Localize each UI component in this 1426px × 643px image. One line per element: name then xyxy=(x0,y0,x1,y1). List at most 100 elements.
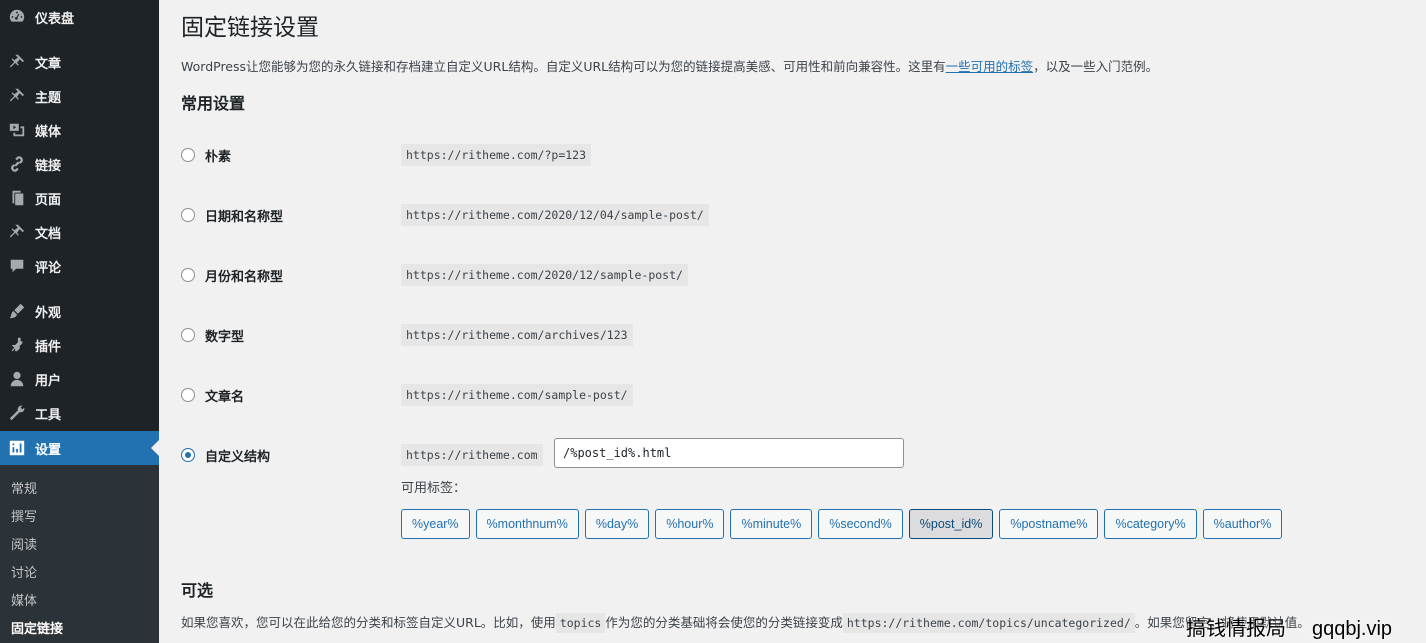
plugin-icon xyxy=(8,336,26,354)
comment-icon xyxy=(8,257,26,275)
radio-numeric[interactable] xyxy=(181,328,195,342)
optional-text-part: 如果您喜欢，您可以在此给您的分类和标签自定义URL。比如，使用 xyxy=(181,615,556,630)
tag-button-minute[interactable]: %minute% xyxy=(730,509,813,539)
watermark-text: 搞钱情报局 xyxy=(1186,618,1286,640)
intro-text-part: WordPress让您能够为您的永久链接和存档建立自定义URL结构。自定义URL… xyxy=(181,59,946,74)
example-url: https://ritheme.com/2020/12/sample-post/ xyxy=(401,264,688,286)
submenu-item-reading[interactable]: 阅读 xyxy=(11,534,37,553)
available-tags-link[interactable]: 一些可用的标签 xyxy=(946,59,1034,74)
sidebar-item-label: 设置 xyxy=(35,442,62,458)
pin-icon xyxy=(8,53,26,71)
intro-text: WordPress让您能够为您的永久链接和存档建立自定义URL结构。自定义URL… xyxy=(181,56,1158,75)
submenu-item-permalinks[interactable]: 固定链接 xyxy=(11,618,63,637)
custom-structure-input[interactable] xyxy=(554,438,904,468)
tag-button-author[interactable]: %author% xyxy=(1202,509,1283,539)
submenu-item-media[interactable]: 媒体 xyxy=(11,590,37,609)
sidebar-item-label: 媒体 xyxy=(35,124,62,140)
sidebar-item-docs[interactable]: 文档 xyxy=(0,215,159,249)
sidebar-item-themes[interactable]: 主题 xyxy=(0,79,159,113)
submenu-item-discussion[interactable]: 讨论 xyxy=(11,562,37,581)
inline-code: topics xyxy=(555,613,606,633)
option-month-name: 月份和名称型 https://ritheme.com/2020/12/sampl… xyxy=(181,264,1381,288)
sidebar-item-label: 仪表盘 xyxy=(35,11,75,27)
radio-post-name[interactable] xyxy=(181,388,195,402)
radio-plain[interactable] xyxy=(181,148,195,162)
tag-button-category[interactable]: %category% xyxy=(1104,509,1197,539)
sidebar-item-links[interactable]: 链接 xyxy=(0,147,159,181)
common-settings-heading: 常用设置 xyxy=(181,94,246,113)
submenu-item-general[interactable]: 常规 xyxy=(11,478,37,497)
wrench-icon xyxy=(8,404,26,422)
main-content: 固定链接设置 WordPress让您能够为您的永久链接和存档建立自定义URL结构… xyxy=(181,0,1426,643)
media-icon xyxy=(8,121,26,139)
submenu-item-writing[interactable]: 撰写 xyxy=(11,506,37,525)
sidebar-item-label: 外观 xyxy=(35,305,62,321)
option-label[interactable]: 数字型 xyxy=(205,326,244,345)
tag-button-post-id[interactable]: %post_id% xyxy=(908,509,994,539)
watermark-domain: gqqbj.vip xyxy=(1312,618,1393,640)
sidebar-item-label: 链接 xyxy=(35,158,62,174)
brush-icon xyxy=(8,302,26,320)
example-url: https://ritheme.com/2020/12/04/sample-po… xyxy=(401,204,709,226)
option-label[interactable]: 文章名 xyxy=(205,386,244,405)
radio-custom-structure[interactable] xyxy=(181,448,195,462)
custom-structure-base-url: https://ritheme.com xyxy=(401,444,543,466)
sidebar-item-label: 页面 xyxy=(35,192,62,208)
example-url: https://ritheme.com/?p=123 xyxy=(401,144,592,166)
tag-button-postname[interactable]: %postname% xyxy=(999,509,1099,539)
sidebar-item-label: 用户 xyxy=(35,373,62,389)
watermark: 搞钱情报局 gqqbj.vip xyxy=(1186,612,1392,641)
example-url: https://ritheme.com/archives/123 xyxy=(401,324,633,346)
intro-text-part: ，以及一些入门范例。 xyxy=(1033,59,1159,74)
sidebar-item-label: 文档 xyxy=(35,226,62,242)
link-icon xyxy=(8,155,26,173)
settings-icon xyxy=(8,439,26,457)
sidebar-item-plugins[interactable]: 插件 xyxy=(0,328,159,362)
pin-icon xyxy=(8,87,26,105)
option-numeric: 数字型 https://ritheme.com/archives/123 xyxy=(181,324,1381,348)
sidebar-item-label: 插件 xyxy=(35,339,62,355)
tag-button-year[interactable]: %year% xyxy=(401,509,470,539)
sidebar-item-settings[interactable]: 设置 xyxy=(0,431,159,465)
admin-sidebar: 仪表盘 文章 主题 媒体 链接 页面 文档 评论 外观 插件 用户 工具 设置 … xyxy=(0,0,159,643)
option-label[interactable]: 月份和名称型 xyxy=(205,266,283,285)
inline-code: https://ritheme.com/topics/uncategorized… xyxy=(842,613,1135,633)
sidebar-item-label: 工具 xyxy=(35,407,62,423)
sidebar-item-tools[interactable]: 工具 xyxy=(0,396,159,430)
option-label[interactable]: 日期和名称型 xyxy=(205,206,283,225)
radio-month-name[interactable] xyxy=(181,268,195,282)
tag-button-day[interactable]: %day% xyxy=(584,509,650,539)
sidebar-item-comments[interactable]: 评论 xyxy=(0,249,159,283)
sidebar-item-users[interactable]: 用户 xyxy=(0,362,159,396)
dashboard-icon xyxy=(8,8,26,26)
tag-button-second[interactable]: %second% xyxy=(818,509,903,539)
optional-heading: 可选 xyxy=(181,581,214,600)
sidebar-item-appearance[interactable]: 外观 xyxy=(0,294,159,328)
available-tags-label: 可用标签： xyxy=(401,481,467,496)
user-icon xyxy=(8,370,26,388)
settings-submenu: 常规 撰写 阅读 讨论 媒体 固定链接 xyxy=(0,465,159,643)
option-custom-structure: 自定义结构 https://ritheme.com xyxy=(181,438,1381,468)
option-label[interactable]: 朴素 xyxy=(205,146,231,165)
example-url: https://ritheme.com/sample-post/ xyxy=(401,384,633,406)
pin-icon xyxy=(8,223,26,241)
optional-text-part: 作为您的分类基础将会使您的分类链接变成 xyxy=(605,615,843,630)
tag-buttons: %year% %monthnum% %day% %hour% %minute% … xyxy=(401,509,1283,539)
option-day-name: 日期和名称型 https://ritheme.com/2020/12/04/sa… xyxy=(181,204,1381,228)
sidebar-item-label: 文章 xyxy=(35,56,62,72)
radio-day-name[interactable] xyxy=(181,208,195,222)
sidebar-item-label: 评论 xyxy=(35,260,62,276)
tag-button-monthnum[interactable]: %monthnum% xyxy=(475,509,579,539)
sidebar-item-label: 主题 xyxy=(35,90,62,106)
option-label[interactable]: 自定义结构 xyxy=(205,446,270,465)
sidebar-item-posts[interactable]: 文章 xyxy=(0,45,159,79)
option-plain: 朴素 https://ritheme.com/?p=123 xyxy=(181,144,1381,168)
sidebar-item-media[interactable]: 媒体 xyxy=(0,113,159,147)
optional-description: 如果您喜欢，您可以在此给您的分类和标签自定义URL。比如，使用 topics 作为您… xyxy=(181,612,1310,633)
sidebar-item-pages[interactable]: 页面 xyxy=(0,181,159,215)
page-title: 固定链接设置 xyxy=(181,15,319,41)
page-icon xyxy=(8,189,26,207)
sidebar-item-dashboard[interactable]: 仪表盘 xyxy=(0,0,159,34)
tag-button-hour[interactable]: %hour% xyxy=(655,509,725,539)
option-post-name: 文章名 https://ritheme.com/sample-post/ xyxy=(181,384,1381,408)
